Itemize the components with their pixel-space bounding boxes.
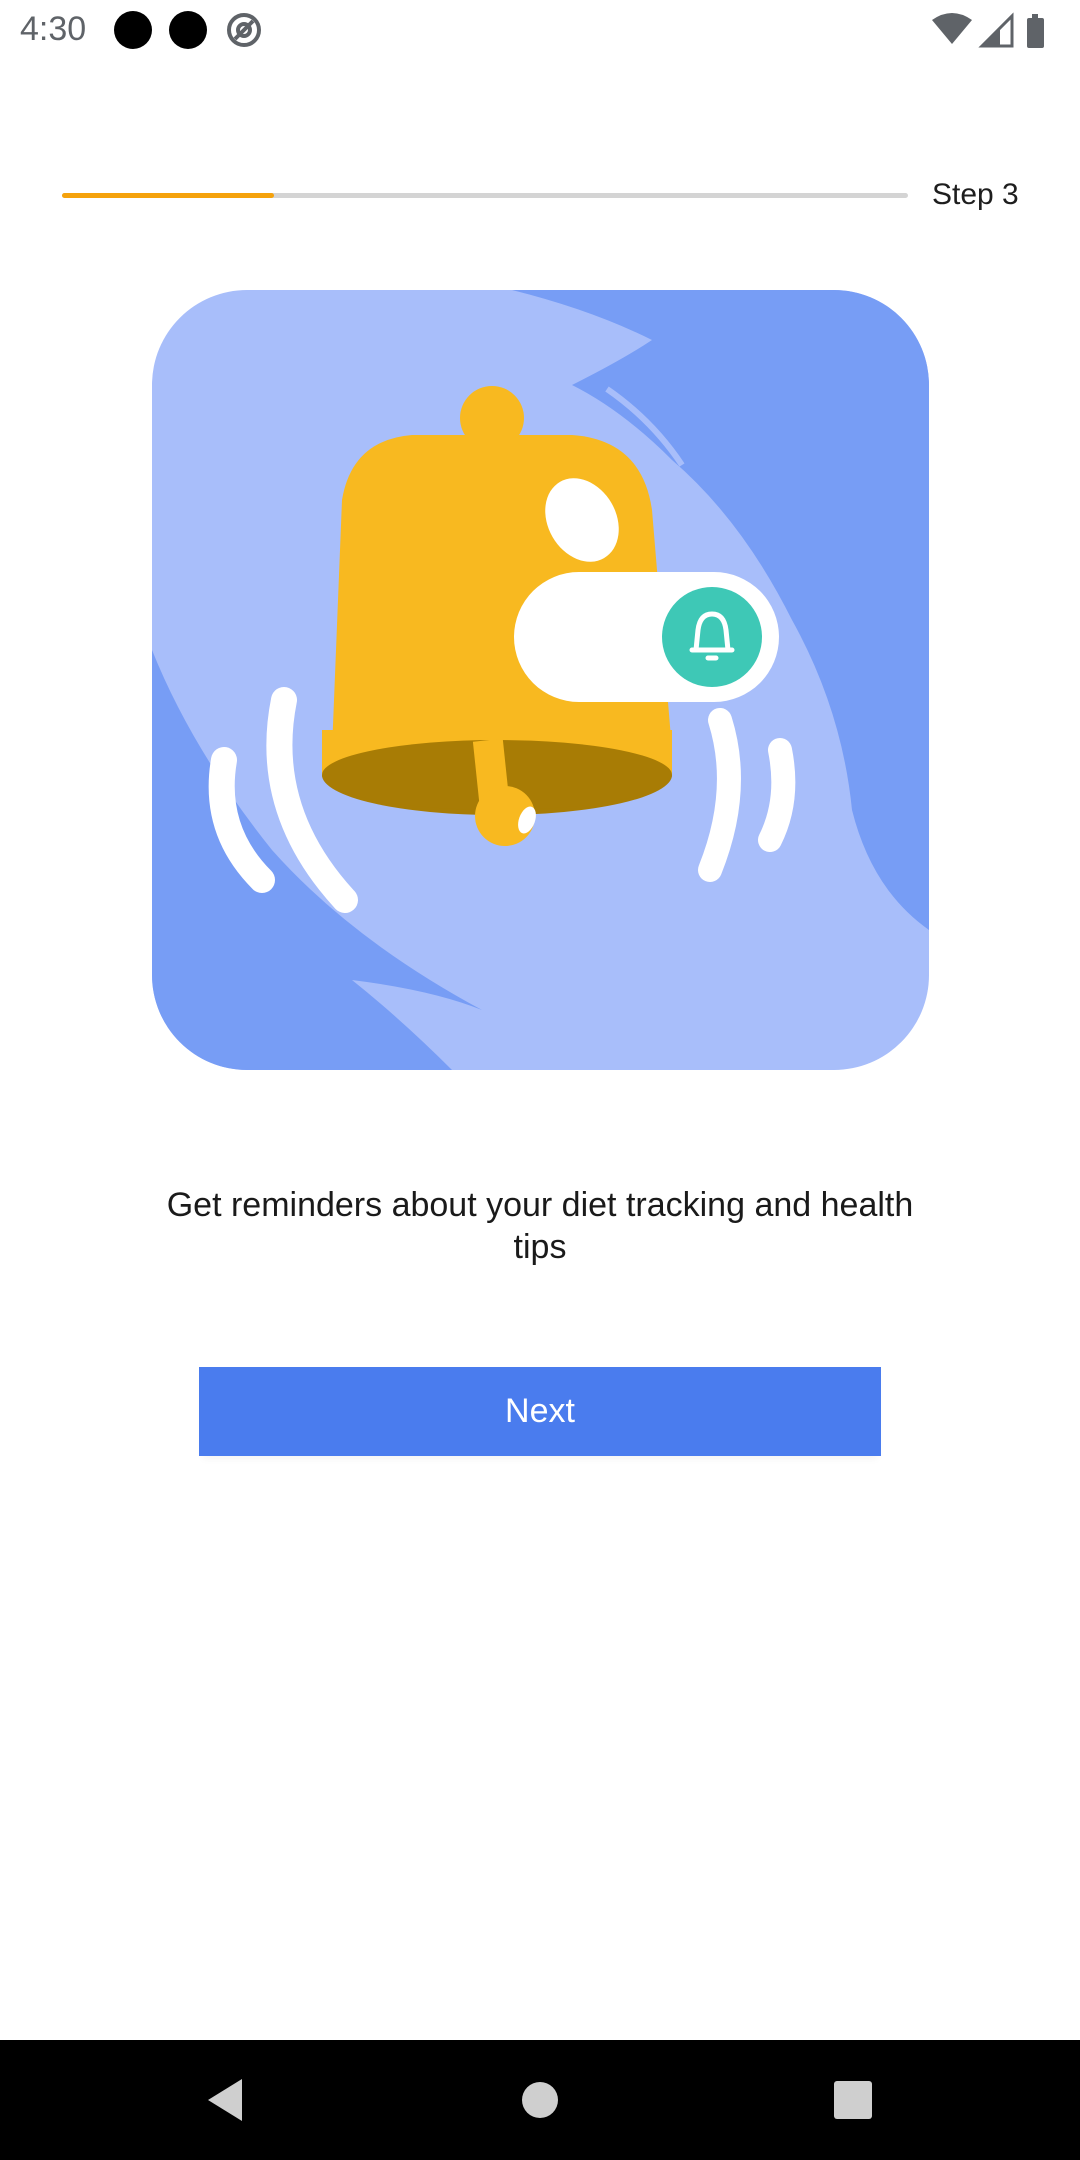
wifi-icon [932, 13, 972, 44]
navigation-bar [0, 2040, 1080, 2160]
notification-dot-icon [169, 11, 207, 49]
recents-icon[interactable] [818, 2065, 888, 2135]
step-label: Step 3 [932, 178, 1019, 211]
status-right-icons [932, 12, 1044, 48]
cellular-signal-icon [978, 12, 1014, 48]
status-bar: 4:30 [0, 0, 1080, 60]
home-icon[interactable] [505, 2065, 575, 2135]
bell-toggle-illustration [152, 290, 929, 1070]
toggle-knob [662, 587, 762, 687]
notification-dot-icon [114, 11, 152, 49]
battery-icon [1027, 14, 1044, 48]
next-button[interactable]: Next [199, 1367, 881, 1456]
progress-fill [62, 193, 274, 198]
onboarding-description: Get reminders about your diet tracking a… [166, 1186, 914, 1266]
progress-track [62, 193, 908, 198]
back-icon[interactable] [190, 2065, 260, 2135]
status-time: 4:30 [20, 10, 87, 48]
onboarding-screen: 4:30 Step 3 Get reminders about your die… [0, 0, 1080, 2160]
vibration-arc [758, 738, 796, 852]
at-sign-icon [227, 13, 261, 47]
